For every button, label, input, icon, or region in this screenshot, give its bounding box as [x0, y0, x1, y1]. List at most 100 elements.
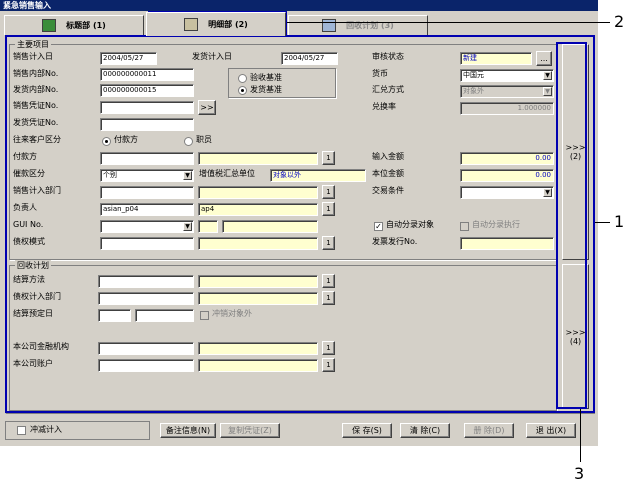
tab-detail[interactable]: 明细部 (2) — [146, 12, 286, 36]
currency-select[interactable]: 中国元 ▼ — [460, 69, 554, 82]
due-date-label: 结算预定日 — [13, 309, 53, 318]
sales-dept-lookup-button[interactable]: 1 — [322, 185, 335, 199]
sales-dept-code-field[interactable] — [100, 186, 194, 199]
company-account-lookup-button[interactable]: 1 — [322, 358, 335, 372]
settlement-method-name-field — [198, 275, 318, 288]
clear-button[interactable]: 清 除(C) — [400, 423, 450, 438]
side-expand-button-upper[interactable]: >>> (2) — [562, 44, 589, 260]
sales-date-label: 销售计入日 — [13, 52, 53, 61]
gui-no-select[interactable]: ▼ — [100, 220, 194, 233]
collect-type-select[interactable]: 个别 ▼ — [100, 169, 194, 182]
customer-type-staff-radio[interactable] — [184, 137, 193, 146]
bottom-toolbar: 冲减计入 备注信息(N) 复制凭证(Z) 保 存(S) 清 除(C) 册 除(D… — [0, 418, 598, 446]
payer-lookup-button[interactable]: 1 — [322, 151, 335, 165]
sales-no-label: 销售内部No. — [13, 69, 59, 78]
customer-type-payer-radio[interactable] — [102, 137, 111, 146]
local-amount-label: 本位金额 — [372, 169, 404, 178]
side-expand-label-lower: (4) — [569, 336, 582, 346]
payer-label: 付款方 — [13, 152, 37, 161]
company-account-label: 本公司账户 — [13, 359, 53, 368]
gui-no-name-field — [222, 220, 318, 233]
claim-mode-lookup-button[interactable]: 1 — [322, 236, 335, 250]
company-bank-name-field — [198, 342, 318, 355]
callout-number-1: 1 — [614, 212, 625, 231]
detail-panel: 主要项目 销售计入日 2004/05/27 发货计入日 2004/05/27 销… — [5, 35, 595, 414]
currency-label: 货币 — [372, 69, 388, 78]
vat-unit-field: 对象以外 — [270, 169, 366, 182]
due-date-field[interactable] — [98, 309, 131, 322]
chevron-down-icon: ▼ — [543, 87, 552, 96]
local-amount-field: 0.00 — [460, 169, 554, 182]
chevron-down-icon[interactable]: ▼ — [543, 188, 552, 197]
rate-field: 1.000000 — [460, 102, 554, 115]
delete-button: 册 除(D) — [464, 423, 514, 438]
ship-voucher-field[interactable] — [100, 118, 194, 131]
review-status-button[interactable]: ... — [536, 51, 552, 66]
callout-number-3: 3 — [574, 464, 585, 483]
basis-shipment-label: 发货基准 — [250, 85, 282, 94]
sales-voucher-field[interactable] — [100, 101, 194, 114]
company-bank-label: 本公司金融机构 — [13, 342, 69, 351]
collection-group-title: 回收计划 — [15, 260, 51, 271]
auto-split-checkbox[interactable]: ✓ — [374, 222, 383, 231]
callout-number-2: 2 — [614, 12, 625, 31]
auto-split-label: 自动分录对象 — [386, 220, 434, 229]
ship-no-field[interactable]: 000000000015 — [100, 84, 194, 97]
offset-label: 冲销对象外 — [212, 309, 252, 318]
document-icon — [184, 18, 199, 31]
owner-lookup-button[interactable]: 1 — [322, 202, 335, 216]
collect-type-label: 催款区分 — [13, 169, 45, 178]
rate-label: 兑换率 — [372, 102, 396, 111]
owner-label: 负责人 — [13, 203, 37, 212]
claim-dept-code-field[interactable] — [98, 292, 194, 305]
settlement-method-lookup-button[interactable]: 1 — [322, 274, 335, 288]
owner-code-field[interactable]: asian_p04 — [100, 203, 194, 216]
chevron-down-icon[interactable]: ▼ — [183, 222, 192, 231]
writeoff-frame — [5, 421, 150, 440]
company-bank-lookup-button[interactable]: 1 — [322, 341, 335, 355]
claim-mode-name-field — [198, 237, 318, 250]
tab-header[interactable]: 标题部 (1) — [4, 15, 144, 35]
exit-button[interactable]: 退 出(X) — [526, 423, 576, 438]
rate-type-select: 对象外 ▼ — [460, 85, 554, 98]
voucher-expand-button[interactable]: >> — [198, 100, 216, 115]
memo-button[interactable]: 备注信息(N) — [160, 423, 216, 438]
sales-dept-name-field — [198, 186, 318, 199]
basis-acceptance-label: 验收基准 — [250, 73, 282, 82]
callout-line-3 — [580, 409, 581, 462]
book-icon — [42, 19, 57, 32]
sales-voucher-label: 销售凭证No. — [13, 101, 59, 110]
trade-terms-select[interactable]: ▼ — [460, 186, 554, 199]
settlement-method-code-field[interactable] — [98, 275, 194, 288]
rate-type-label: 汇兑方式 — [372, 85, 404, 94]
owner-name-field: ap4 — [198, 203, 318, 216]
company-bank-code-field[interactable] — [98, 342, 194, 355]
payer-code-field[interactable] — [100, 152, 194, 165]
ship-date-field[interactable]: 2004/05/27 — [281, 52, 338, 65]
basis-shipment-radio[interactable] — [238, 86, 247, 95]
claim-mode-code-field[interactable] — [100, 237, 194, 250]
customer-type-staff-label: 职员 — [196, 135, 212, 144]
vat-unit-label: 增值税汇总单位 — [199, 169, 255, 178]
sales-no-field[interactable]: 000000000011 — [100, 68, 194, 81]
writeoff-checkbox[interactable] — [17, 426, 26, 435]
sales-dept-label: 销售计入部门 — [13, 186, 61, 195]
company-account-code-field[interactable] — [98, 359, 194, 372]
tab-collection-plan[interactable]: 回收计划 (3) — [288, 15, 428, 35]
customer-type-payer-label: 付款方 — [114, 135, 138, 144]
chevron-down-icon[interactable]: ▼ — [543, 71, 552, 80]
tab-strip: 标题部 (1) 明细部 (2) 回收计划 (3) — [0, 11, 598, 36]
save-button[interactable]: 保 存(S) — [342, 423, 392, 438]
claim-dept-label: 债权计入部门 — [13, 292, 61, 301]
settlement-method-label: 结算方法 — [13, 275, 45, 284]
due-date-extra-field[interactable] — [135, 309, 194, 322]
expand-arrows-icon: >>> — [565, 143, 586, 152]
basis-acceptance-radio[interactable] — [238, 74, 247, 83]
ship-date-label: 发货计入日 — [192, 52, 232, 61]
chevron-down-icon[interactable]: ▼ — [183, 171, 192, 180]
trade-terms-label: 交易条件 — [372, 186, 404, 195]
claim-dept-lookup-button[interactable]: 1 — [322, 291, 335, 305]
auto-split-exec-checkbox — [460, 222, 469, 231]
sales-date-field[interactable]: 2004/05/27 — [100, 52, 157, 65]
side-expand-button-lower[interactable]: >>> (4) — [562, 264, 589, 409]
